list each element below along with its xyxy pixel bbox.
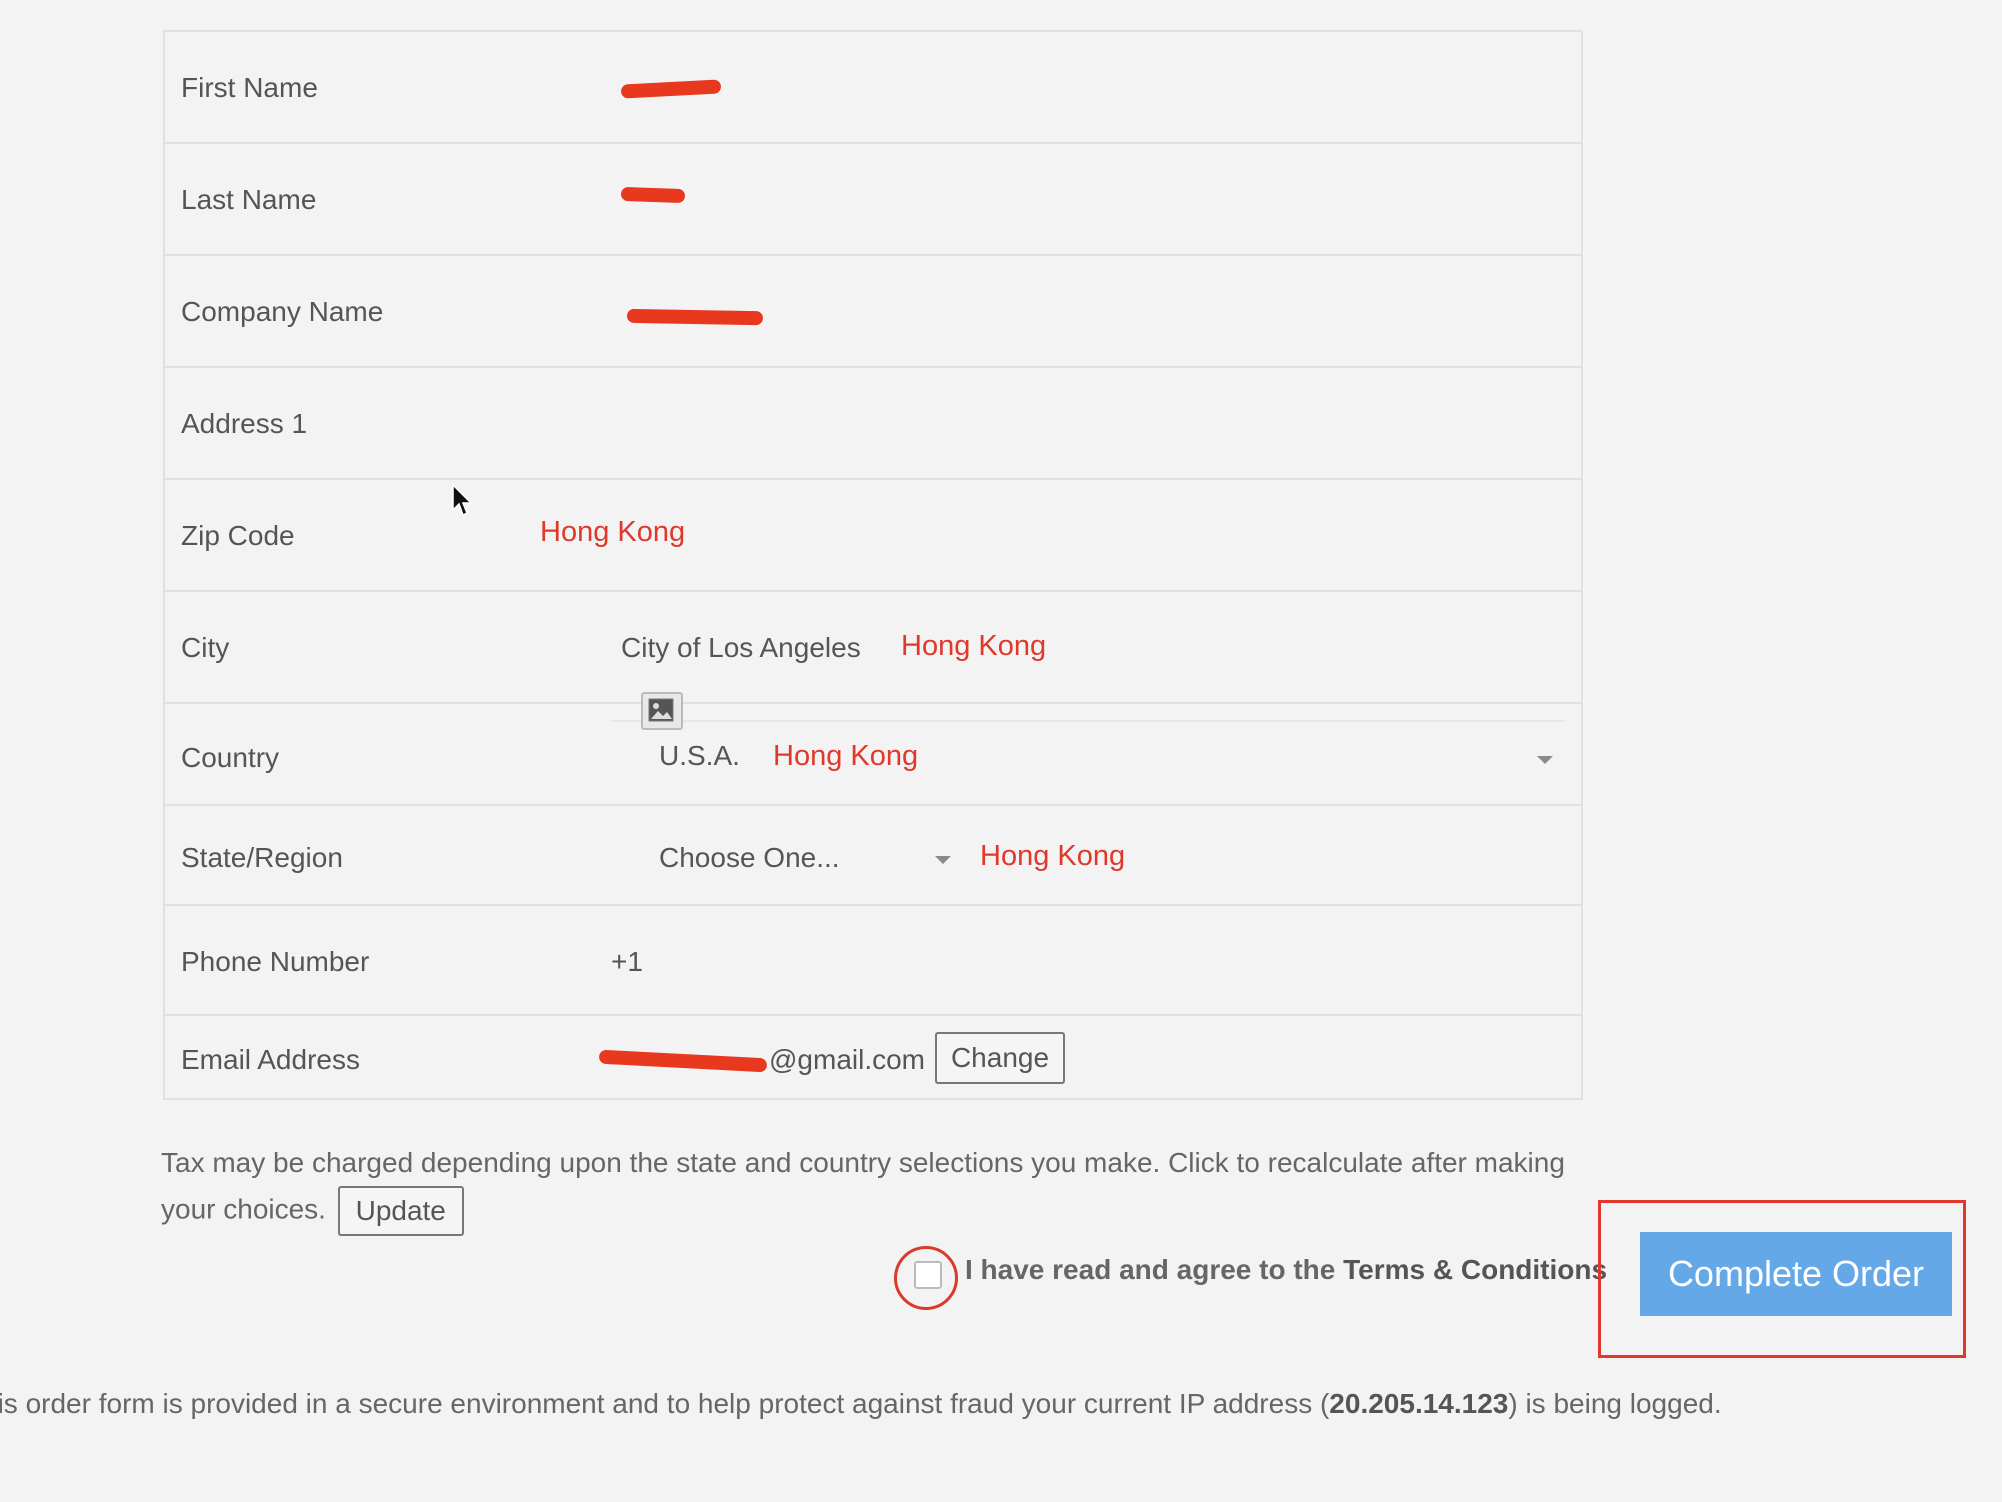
address1-input[interactable] [621, 394, 1521, 454]
ip-address: 20.205.14.123 [1329, 1388, 1509, 1419]
first-name-label: First Name [181, 72, 318, 103]
complete-order-button[interactable]: Complete Order [1640, 1232, 1952, 1316]
country-label: Country [181, 742, 280, 773]
state-row: State/Region Choose One... Hong Kong [165, 806, 1581, 906]
chevron-down-icon [1537, 756, 1553, 764]
city-row: City City of Los Angeles Hong Kong [165, 592, 1581, 704]
redaction-mark [598, 1049, 768, 1073]
state-annotation: Hong Kong [980, 840, 1126, 872]
redaction-mark [626, 308, 764, 326]
footer-suffix: ) is being logged. [1508, 1388, 1722, 1419]
phone-row: Phone Number +1 [165, 906, 1581, 1016]
tax-notice-line2: your choices. [161, 1193, 326, 1225]
country-row: Country U.S.A. Hong Kong [165, 692, 1581, 806]
phone-input[interactable]: +1 [611, 946, 643, 978]
phone-label: Phone Number [181, 946, 370, 977]
change-email-button[interactable]: Change [935, 1032, 1065, 1084]
country-annotation: Hong Kong [773, 740, 919, 772]
terms-label: I have read and agree to the Terms & Con… [965, 1254, 1607, 1286]
city-input[interactable]: City of Los Angeles [621, 632, 861, 664]
update-button[interactable]: Update [337, 1186, 464, 1236]
zip-code-annotation: Hong Kong [540, 516, 686, 548]
security-notice: his order form is provided in a secure e… [0, 1388, 1722, 1420]
city-annotation: Hong Kong [901, 630, 1047, 662]
first-name-row: First Name [165, 32, 1581, 144]
terms-link[interactable]: Terms & Conditions [1343, 1254, 1607, 1285]
state-label: State/Region [181, 842, 343, 873]
city-label: City [181, 632, 230, 663]
image-icon [641, 692, 683, 730]
zip-code-label: Zip Code [181, 520, 295, 551]
email-row: Email Address @gmail.com Change [165, 1016, 1581, 1100]
country-select[interactable]: U.S.A. [611, 720, 1565, 804]
address1-row: Address 1 [165, 368, 1581, 480]
country-selected-value: U.S.A. [659, 740, 740, 771]
tax-notice: Tax may be charged depending upon the st… [161, 1140, 1601, 1236]
last-name-label: Last Name [181, 184, 317, 215]
company-name-row: Company Name [165, 256, 1581, 368]
zip-code-row: Zip Code Hong Kong [165, 480, 1581, 592]
last-name-row: Last Name [165, 144, 1581, 256]
state-selected-value: Choose One... [659, 842, 840, 873]
terms-prefix: I have read and agree to the [965, 1254, 1344, 1285]
billing-form: First Name Last Name Company Name Addres… [163, 30, 1583, 1100]
redaction-mark [620, 186, 686, 204]
address1-label: Address 1 [181, 408, 308, 439]
tax-notice-line1: Tax may be charged depending upon the st… [161, 1147, 1565, 1178]
cursor-icon [452, 484, 473, 517]
email-label: Email Address [181, 1044, 360, 1075]
footer-prefix: his order form is provided in a secure e… [0, 1388, 1330, 1419]
email-value: @gmail.com [769, 1044, 926, 1075]
terms-checkbox[interactable] [914, 1261, 942, 1289]
company-name-label: Company Name [181, 296, 384, 327]
chevron-down-icon [935, 856, 951, 864]
state-select[interactable]: Choose One... [645, 826, 965, 886]
